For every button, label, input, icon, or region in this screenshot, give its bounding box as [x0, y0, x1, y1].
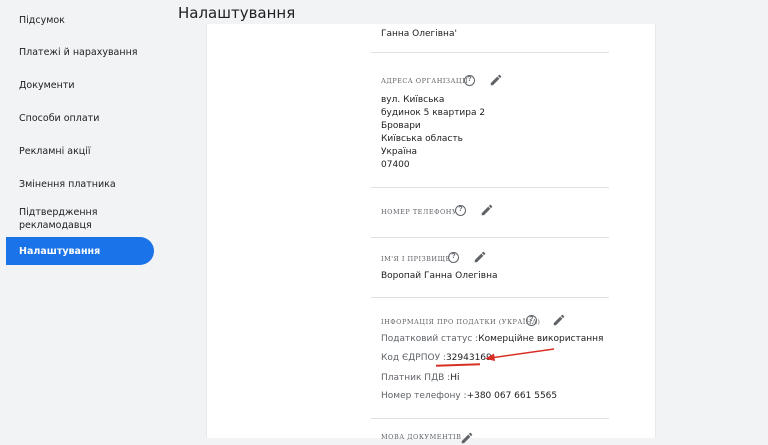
vat-value: Ні — [450, 373, 460, 383]
sidebar-item-settings[interactable]: Налаштування — [6, 237, 154, 265]
sidebar-item-label: Налаштування — [19, 245, 101, 257]
sidebar-item-label: Змінення платника — [19, 178, 116, 190]
org-address-line: будинок 5 квартира 2 — [381, 108, 486, 118]
tax-phone-value: +380 067 661 5565 — [466, 391, 558, 401]
sidebar-item-payments[interactable]: Платежі й нарахування — [6, 38, 154, 66]
tax-phone-label: Номер телефону : — [381, 391, 467, 401]
annotation-arrow-icon — [485, 348, 555, 361]
sidebar-item-documents[interactable]: Документи — [6, 71, 154, 99]
phone-title: Номер телефону — [381, 208, 458, 216]
org-address-line: 07400 — [381, 160, 410, 170]
pencil-icon[interactable] — [552, 313, 566, 327]
divider — [371, 237, 609, 238]
divider — [371, 52, 609, 53]
tax-info-title: Інформація про податки (Україна) — [381, 318, 541, 326]
sidebar: Підсумок Платежі й нарахування Документи… — [0, 0, 160, 438]
page-title: Налаштування — [178, 4, 296, 22]
partial-name-value: Ганна Олегівна' — [381, 29, 457, 39]
pencil-icon[interactable] — [460, 431, 474, 445]
org-address-line: Україна — [381, 147, 418, 157]
sidebar-item-label: Платежі й нарахування — [19, 46, 138, 58]
sidebar-item-label: Рекламні акції — [19, 145, 91, 157]
full-name-value: Воропай Ганна Олегівна — [381, 271, 498, 281]
help-circle-icon[interactable]: ? — [455, 205, 466, 216]
sidebar-item-label: Підтвердження рекламодавця — [19, 207, 98, 231]
sidebar-item-change-payer[interactable]: Змінення платника — [6, 170, 154, 198]
sidebar-item-label: Підсумок — [19, 14, 65, 26]
name-title: Ім'я і прізвище — [381, 255, 451, 263]
divider — [371, 418, 609, 419]
edrpou-label: Код ЄДРПОУ : — [381, 353, 446, 363]
pencil-icon[interactable] — [489, 73, 503, 87]
vat-row: Платник ПДВ :Ні — [381, 373, 459, 383]
edrpou-row: Код ЄДРПОУ :32943169 — [381, 353, 492, 363]
sidebar-item-label: Документи — [19, 79, 75, 91]
tax-status-value: Комерційне використання — [478, 334, 604, 344]
tax-status-row: Податковий статус :Комерційне використан… — [381, 334, 603, 344]
help-circle-icon[interactable]: ? — [464, 75, 475, 86]
org-address-line: Бровари — [381, 121, 421, 131]
org-address-title: Адреса організації — [381, 77, 469, 85]
sidebar-item-promotions[interactable]: Рекламні акції — [6, 137, 154, 165]
org-address-line: вул. Київська — [381, 95, 445, 105]
sidebar-item-summary[interactable]: Підсумок — [6, 6, 154, 34]
pencil-icon[interactable] — [480, 203, 494, 217]
sidebar-item-payment-methods[interactable]: Способи оплати — [6, 104, 154, 132]
help-circle-icon[interactable]: ? — [526, 315, 537, 326]
vat-label: Платник ПДВ : — [381, 373, 451, 383]
divider — [371, 297, 609, 298]
pencil-icon[interactable] — [473, 250, 487, 264]
sidebar-item-label: Способи оплати — [19, 112, 100, 124]
tax-status-label: Податковий статус : — [381, 334, 479, 344]
divider — [371, 187, 609, 188]
tax-phone-row: Номер телефону :+380 067 661 5565 — [381, 391, 557, 401]
document-language-title: Мова документів — [381, 433, 462, 441]
org-address-line: Київська область — [381, 134, 463, 144]
sidebar-item-advertiser-verification[interactable]: Підтвердження рекламодавця — [6, 202, 136, 236]
help-circle-icon[interactable]: ? — [448, 252, 459, 263]
